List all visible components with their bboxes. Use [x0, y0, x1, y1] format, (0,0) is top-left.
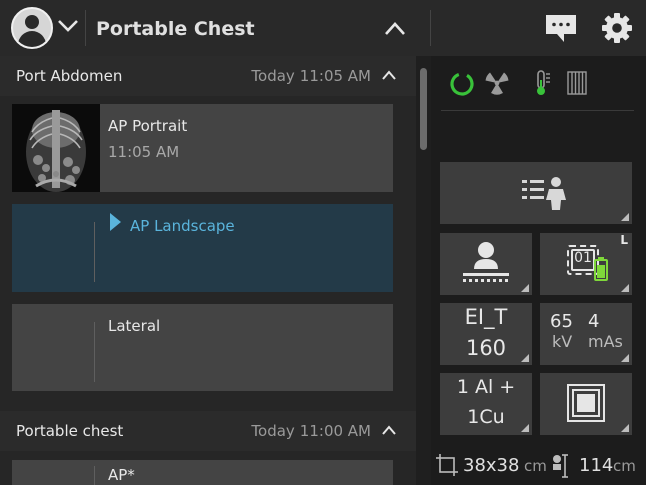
- field-size-icon: [436, 454, 458, 476]
- exam-list: Port Abdomen Today 11:05 AM AP Portrait …: [0, 56, 416, 485]
- technique-button[interactable]: 65 4 kV mAs: [540, 303, 632, 365]
- series-name: Lateral: [108, 317, 161, 335]
- series-item[interactable]: AP Portrait 11:05 AM: [12, 104, 393, 192]
- study-time: 11:00 AM: [299, 422, 371, 440]
- corner-indicator: [621, 354, 629, 362]
- ready-ring-icon: [450, 72, 474, 96]
- thermometer-icon: [537, 70, 550, 95]
- field-size-unit: cm: [524, 457, 547, 475]
- chevron-up-icon[interactable]: [382, 425, 396, 435]
- series-item[interactable]: AP*: [12, 460, 393, 485]
- divider: [94, 322, 95, 382]
- chat-icon[interactable]: [544, 13, 578, 43]
- divider: [94, 466, 95, 485]
- filter-line-2: 1Cu: [467, 406, 505, 428]
- study-header[interactable]: Portable chest Today 11:00 AM: [0, 411, 416, 451]
- series-item-active[interactable]: AP Landscape: [12, 204, 393, 292]
- divider: [430, 10, 431, 46]
- chevron-down-icon[interactable]: [56, 14, 80, 38]
- xray-thumbnail: [12, 104, 100, 192]
- top-header: Portable Chest: [0, 0, 646, 56]
- sid-value: 114: [579, 455, 614, 476]
- series-name: AP Portrait: [108, 117, 188, 135]
- kv-value: 65: [550, 311, 573, 332]
- series-name: AP*: [108, 466, 135, 484]
- mas-value: 4: [588, 311, 600, 332]
- series-name: AP Landscape: [130, 217, 235, 235]
- detector-select-button[interactable]: L 01: [540, 233, 632, 295]
- patient-size-button[interactable]: [440, 162, 632, 224]
- user-avatar-icon[interactable]: [11, 7, 53, 49]
- patient-position-button[interactable]: [440, 233, 532, 295]
- filter-button[interactable]: 1 Al + 1Cu: [440, 373, 532, 435]
- study-datetime: Today 11:05 AM: [251, 67, 371, 85]
- field-size-value: 38x38: [463, 455, 520, 476]
- radiation-icon: [485, 72, 509, 95]
- chevron-up-icon[interactable]: [382, 70, 396, 80]
- sid-unit: cm: [613, 457, 636, 475]
- status-row: [431, 56, 646, 110]
- corner-indicator: [621, 213, 629, 221]
- study-time: 11:05 AM: [299, 67, 371, 85]
- patient-on-detector-icon: [463, 242, 509, 282]
- study-name: Port Abdomen: [16, 67, 123, 85]
- corner-indicator: [521, 424, 529, 432]
- scrollbar[interactable]: [420, 68, 427, 150]
- battery-icon: [594, 257, 608, 281]
- exposure-index-button[interactable]: EI_T 160: [440, 303, 532, 365]
- detector-side-label: L: [620, 233, 628, 247]
- series-time: 11:05 AM: [108, 143, 180, 161]
- mas-unit: mAs: [588, 332, 623, 351]
- exposure-index-label: EI_T: [464, 305, 508, 329]
- study-date: Today: [251, 422, 295, 440]
- collimation-field: [577, 394, 595, 412]
- corner-indicator: [621, 424, 629, 432]
- study-date: Today: [251, 67, 295, 85]
- kv-unit: kV: [552, 332, 573, 351]
- control-panel: L 01 EI_T 160 65 4 kV mAs 1 Al + 1Cu: [431, 56, 646, 485]
- corner-indicator: [621, 284, 629, 292]
- series-item[interactable]: Lateral: [12, 304, 393, 391]
- filter-line-1: 1 Al +: [456, 376, 516, 398]
- procedure-title[interactable]: Portable Chest: [96, 18, 255, 40]
- divider: [85, 10, 86, 46]
- study-datetime: Today 11:00 AM: [251, 422, 371, 440]
- exposure-index-value: 160: [465, 336, 507, 360]
- geometry-info: 38x38 cm 114 cm: [431, 448, 646, 485]
- detector-id: 01: [574, 250, 592, 266]
- grid-icon: [567, 71, 587, 95]
- study-header[interactable]: Port Abdomen Today 11:05 AM: [0, 56, 416, 96]
- divider: [441, 110, 634, 111]
- gear-icon[interactable]: [601, 12, 633, 44]
- divider: [94, 222, 95, 282]
- sid-icon: [553, 454, 568, 478]
- chevron-up-icon[interactable]: [383, 19, 407, 37]
- play-indicator-icon: [110, 213, 121, 231]
- corner-indicator: [521, 284, 529, 292]
- study-name: Portable chest: [16, 422, 124, 440]
- collimation-button[interactable]: [540, 373, 632, 435]
- pediatric-patient-icon: [522, 177, 566, 210]
- corner-indicator: [521, 354, 529, 362]
